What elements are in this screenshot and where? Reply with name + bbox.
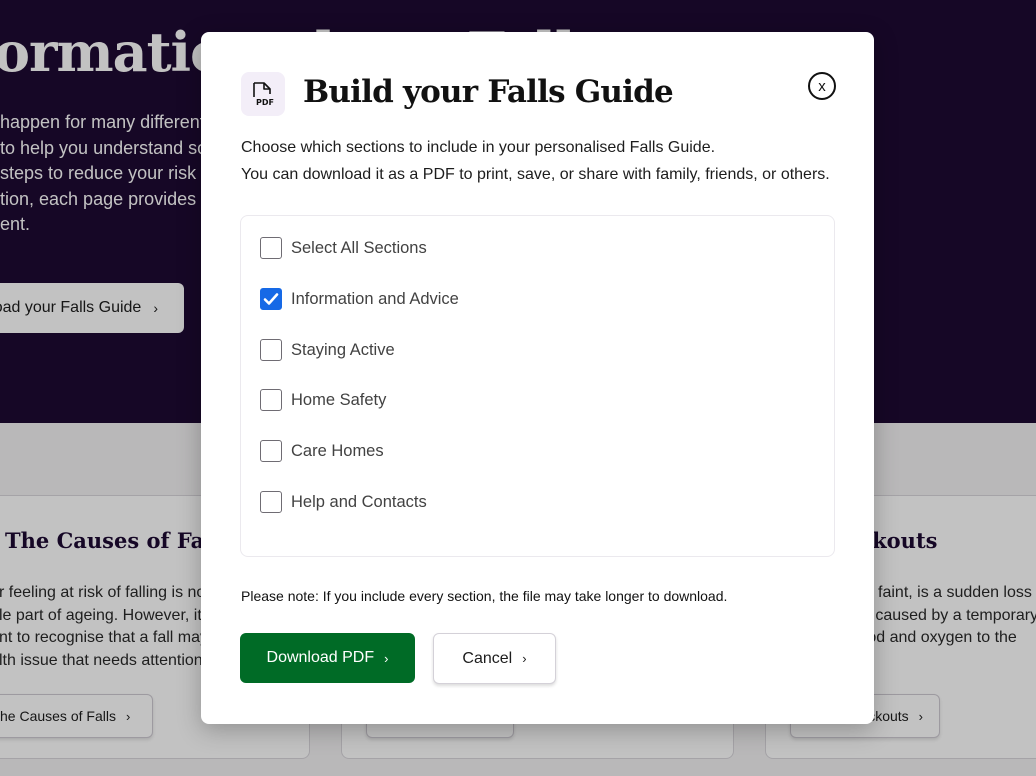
download-note: Please note: If you include every sectio… — [241, 588, 728, 604]
checkbox-care-homes[interactable]: Care Homes — [260, 439, 384, 463]
checkbox-label: Home Safety — [291, 390, 387, 409]
modal-intro: Choose which sections to include in your… — [241, 134, 830, 188]
checkbox-label: Staying Active — [291, 340, 395, 359]
download-pdf-button[interactable]: Download PDF › — [240, 633, 415, 683]
intro-line: Choose which sections to include in your… — [241, 139, 716, 156]
checkbox-staying-active[interactable]: Staying Active — [260, 338, 395, 362]
checkbox-box[interactable] — [260, 440, 282, 462]
checkbox-label: Information and Advice — [291, 289, 459, 308]
checkbox-label: Help and Contacts — [291, 492, 427, 511]
checkbox-box[interactable] — [260, 389, 282, 411]
checkbox-information-and-advice[interactable]: Information and Advice — [260, 287, 459, 311]
checkbox-label: Select All Sections — [291, 238, 427, 257]
sections-list: Select All Sections Information and Advi… — [240, 215, 835, 557]
close-icon: x — [818, 77, 826, 95]
checkbox-label: Care Homes — [291, 441, 384, 460]
modal-title: Build your Falls Guide — [303, 74, 674, 110]
pdf-file-icon: PDF — [241, 72, 285, 116]
intro-line: You can download it as a PDF to print, s… — [241, 166, 830, 183]
chevron-right-icon: › — [384, 650, 389, 666]
download-pdf-label: Download PDF — [266, 649, 375, 666]
falls-guide-modal: PDF Build your Falls Guide x Choose whic… — [201, 32, 874, 724]
checkbox-box[interactable] — [260, 288, 282, 310]
close-button[interactable]: x — [808, 72, 836, 100]
checkbox-select-all[interactable]: Select All Sections — [260, 236, 427, 260]
chevron-right-icon: › — [522, 651, 527, 666]
svg-text:PDF: PDF — [256, 98, 274, 107]
checkbox-box[interactable] — [260, 491, 282, 513]
checkbox-box[interactable] — [260, 237, 282, 259]
cancel-button[interactable]: Cancel › — [433, 633, 556, 684]
checkmark-icon — [263, 293, 279, 305]
checkbox-help-and-contacts[interactable]: Help and Contacts — [260, 490, 427, 514]
checkbox-home-safety[interactable]: Home Safety — [260, 388, 386, 412]
cancel-label: Cancel — [462, 649, 513, 667]
checkbox-box[interactable] — [260, 339, 282, 361]
